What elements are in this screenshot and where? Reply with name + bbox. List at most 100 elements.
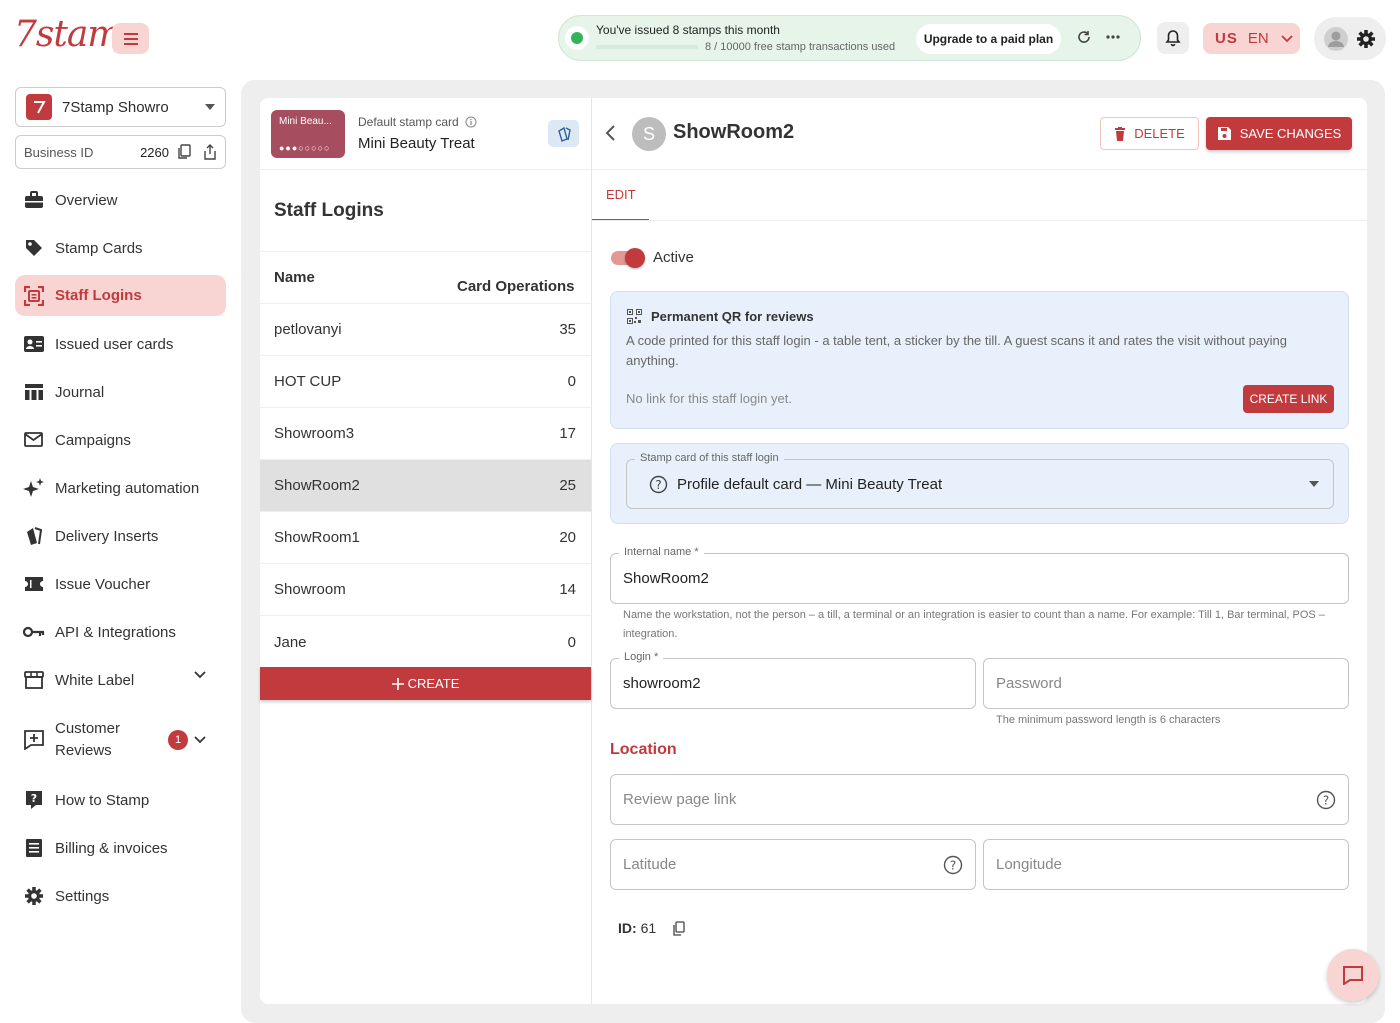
more-options-icon[interactable] (1105, 29, 1121, 45)
upgrade-plan-button[interactable]: Upgrade to a paid plan (916, 24, 1061, 54)
id-label: ID: (618, 920, 637, 936)
sidebar-item-delivery-inserts[interactable]: Delivery Inserts (15, 512, 226, 560)
support-chat-button[interactable] (1327, 949, 1379, 1001)
column-header-card-operations[interactable]: Card Operations (457, 278, 575, 295)
sidebar-item-campaigns[interactable]: Campaigns (15, 416, 226, 464)
stamp-card-section: Stamp card of this staff login ? Profile… (610, 443, 1349, 524)
sidebar-item-label: Stamp Cards (55, 239, 143, 257)
sidebar-item-stamp-cards[interactable]: Stamp Cards (15, 224, 226, 272)
help-circle-icon[interactable]: ? (1316, 790, 1336, 810)
sidebar-item-how-to-stamp[interactable]: ? How to Stamp (15, 776, 226, 824)
sidebar-item-label: Overview (55, 191, 118, 209)
review-link-field[interactable]: Review page link ? (610, 774, 1349, 825)
sidebar-item-billing-invoices[interactable]: Billing & invoices (15, 824, 226, 872)
notifications-button[interactable] (1157, 22, 1189, 54)
sidebar-item-label: White Label (55, 671, 135, 689)
svg-text:?: ? (31, 792, 37, 805)
divider (592, 169, 1367, 170)
chevron-down-icon[interactable] (194, 736, 206, 744)
latitude-field[interactable]: Latitude ? (610, 839, 976, 890)
sidebar-item-marketing-automation[interactable]: Marketing automation (15, 464, 226, 512)
stamp-card-select[interactable]: Stamp card of this staff login ? Profile… (626, 452, 1334, 509)
sidebar-item-label: Billing & invoices (55, 839, 168, 857)
status-dot-icon (565, 26, 589, 50)
user-avatar-icon[interactable] (1324, 26, 1348, 51)
internal-name-label: Internal name * (619, 546, 704, 558)
help-circle-icon[interactable]: ? (943, 855, 963, 875)
change-card-button[interactable] (548, 120, 579, 147)
sidebar-item-api-integrations[interactable]: API & Integrations (15, 608, 226, 656)
business-selector[interactable]: 7Stamp Showro (15, 87, 226, 127)
menu-toggle-button[interactable] (112, 23, 149, 54)
storefront-icon (23, 669, 45, 691)
create-link-button[interactable]: CREATE LINK (1243, 385, 1334, 413)
back-button[interactable] (604, 124, 618, 142)
business-id-label: Business ID (24, 144, 94, 160)
id-value: 61 (640, 920, 657, 936)
id-card-icon (23, 333, 45, 355)
save-changes-button[interactable]: SAVE CHANGES (1206, 117, 1352, 150)
staff-name: ShowRoom2 (274, 477, 360, 494)
sidebar-item-staff-logins[interactable]: Staff Logins (15, 275, 226, 316)
share-icon[interactable] (203, 144, 217, 160)
sidebar-item-settings[interactable]: Settings (15, 872, 226, 920)
svg-text:?: ? (950, 858, 956, 872)
sidebar-item-label: Campaigns (55, 431, 131, 449)
svg-text:?: ? (1323, 793, 1329, 807)
copy-icon[interactable] (177, 144, 191, 160)
default-card-label: Default stamp card (358, 115, 477, 129)
language-selector[interactable]: US EN (1203, 23, 1300, 54)
table-row[interactable]: ShowRoom1 20 (260, 512, 591, 564)
sidebar-item-overview[interactable]: Overview (15, 176, 226, 224)
delete-label: DELETE (1134, 126, 1185, 141)
create-staff-login-button[interactable]: CREATE (260, 667, 591, 700)
table-row[interactable]: Jane 0 (260, 616, 591, 668)
gear-icon[interactable] (1356, 29, 1376, 49)
card-operations-count: 0 (567, 373, 576, 390)
tag-icon (23, 237, 45, 259)
column-header-name[interactable]: Name (274, 269, 315, 286)
password-field[interactable]: Password (983, 658, 1349, 709)
login-field[interactable]: Login * showroom2 (610, 651, 976, 709)
sidebar-item-issued-user-cards[interactable]: Issued user cards (15, 320, 226, 368)
table-row[interactable]: Showroom 14 (260, 564, 591, 616)
internal-name-field[interactable]: Internal name * ShowRoom2 (610, 546, 1349, 604)
sidebar-item-issue-voucher[interactable]: Issue Voucher (15, 560, 226, 608)
copy-icon[interactable] (672, 920, 685, 936)
login-label: Login * (619, 651, 664, 663)
latitude-placeholder: Latitude (623, 856, 677, 873)
account-menu[interactable] (1314, 17, 1386, 60)
voucher-icon (23, 573, 45, 595)
qr-section-title: Permanent QR for reviews (651, 309, 814, 324)
gear-icon (23, 885, 45, 907)
refresh-icon[interactable] (1076, 29, 1092, 45)
table-row[interactable]: petlovanyi 35 (260, 304, 591, 356)
caret-down-icon (1309, 481, 1319, 487)
sidebar-item-journal[interactable]: Journal (15, 368, 226, 416)
mail-icon (23, 429, 45, 451)
usage-text: 8 / 10000 free stamp transactions used (705, 41, 896, 53)
staff-name: Showroom (274, 581, 346, 598)
password-help: The minimum password length is 6 charact… (996, 714, 1221, 726)
card-operations-count: 35 (559, 321, 576, 338)
location-section-title: Location (610, 741, 677, 758)
receipt-icon (23, 837, 45, 859)
us-flag-icon: US (1215, 30, 1238, 47)
sidebar-item-white-label[interactable]: White Label (15, 656, 226, 704)
active-toggle[interactable] (611, 248, 645, 268)
help-circle-icon: ? (649, 475, 668, 494)
table-row[interactable]: HOT CUP 0 (260, 356, 591, 408)
qr-no-link-text: No link for this staff login yet. (626, 391, 792, 406)
sidebar-item-customer-reviews[interactable]: Customer Reviews 1 (15, 704, 226, 776)
table-row[interactable]: Showroom3 17 (260, 408, 591, 460)
record-id: ID: 61 (618, 920, 685, 936)
delete-button[interactable]: DELETE (1100, 117, 1199, 150)
chevron-down-icon[interactable] (194, 671, 206, 679)
sidebar-item-label: Journal (55, 383, 105, 401)
stamp-card-thumbnail[interactable]: Mini Beau... ●●●○○○○○ (271, 110, 345, 158)
card-operations-count: 20 (559, 529, 576, 546)
staff-name: Jane (274, 633, 307, 651)
tab-edit[interactable]: EDIT (606, 187, 636, 202)
table-row-selected[interactable]: ShowRoom2 25 (260, 460, 591, 512)
longitude-field[interactable]: Longitude (983, 839, 1349, 890)
